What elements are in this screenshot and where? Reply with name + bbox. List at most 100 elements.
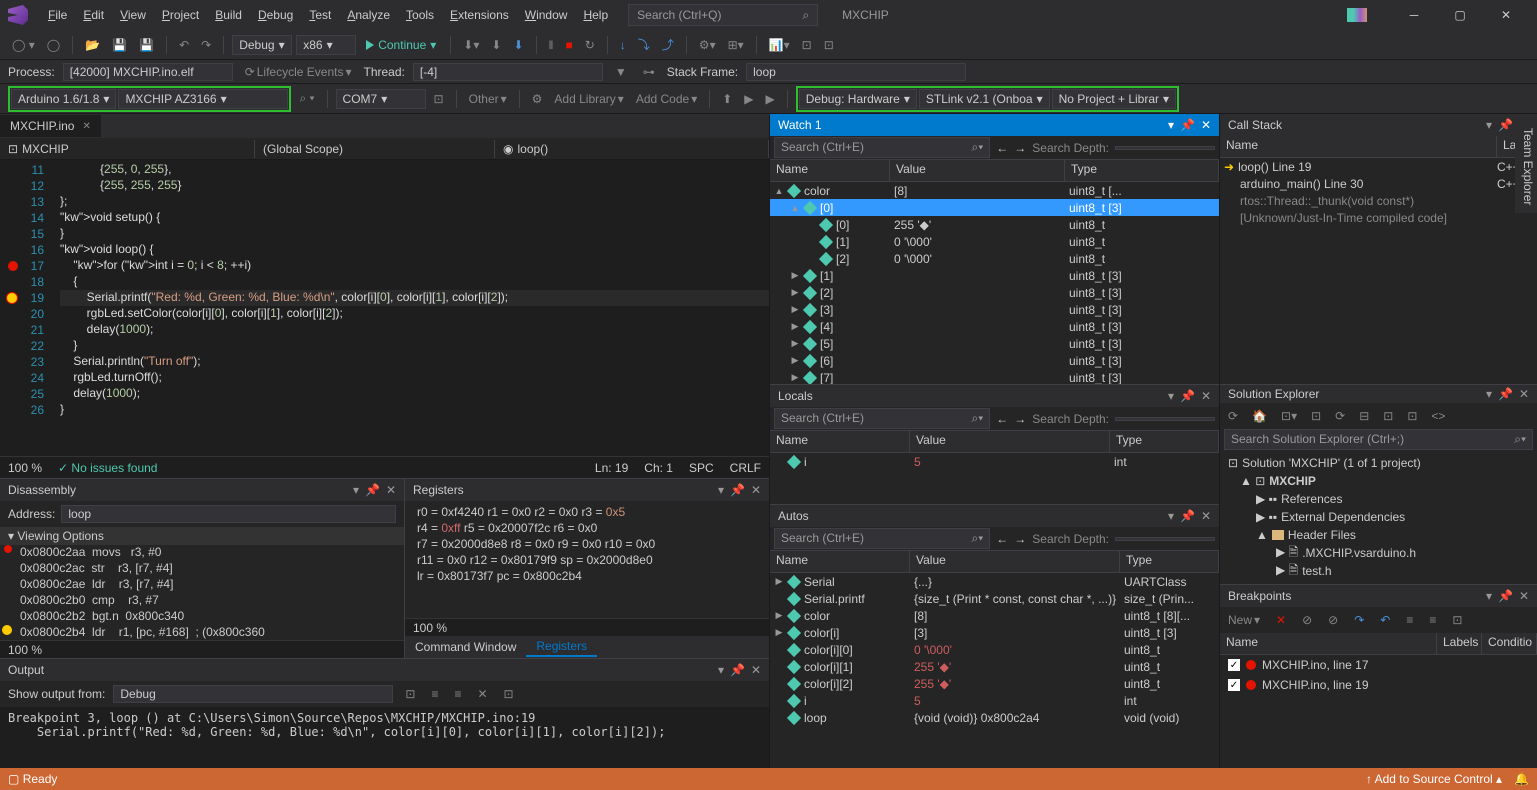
file-node[interactable]: ▶ 🗎 .MXCHIP.vsarduino.h xyxy=(1224,544,1533,562)
zoom-level[interactable]: 100 % xyxy=(8,461,42,475)
add-code-button[interactable]: Add Code ▾ xyxy=(632,90,701,108)
close-icon[interactable]: ✕ xyxy=(1519,387,1529,401)
breakpoint-row[interactable]: ✓MXCHIP.ino, line 17 xyxy=(1220,655,1537,675)
maximize-button[interactable]: ▢ xyxy=(1437,0,1483,30)
autos-search-input[interactable]: Search (Ctrl+E) ⌕▾ xyxy=(774,528,990,549)
callstack-header[interactable]: Call Stack ▾📌✕ xyxy=(1220,114,1537,136)
bp-import-icon[interactable]: ↶ xyxy=(1376,611,1394,629)
watch-row[interactable]: ▶[4]uint8_t [3] xyxy=(770,318,1219,335)
restart-icon[interactable]: ↻ xyxy=(581,36,599,54)
address-input[interactable]: loop xyxy=(61,505,396,523)
regs-zoom[interactable]: 100 % xyxy=(413,621,447,635)
autos-row[interactable]: ▶Serial{...}UARTClass xyxy=(770,573,1219,590)
disasm-zoom[interactable]: 100 % xyxy=(8,643,42,657)
tools2-icon[interactable]: ⊞▾ xyxy=(724,36,748,54)
callstack-row[interactable]: ➜loop() Line 19C++ xyxy=(1220,158,1537,175)
debug-run-icon[interactable]: ▶ xyxy=(762,90,779,108)
global-search-input[interactable]: Search (Ctrl+Q) ⌕ xyxy=(628,4,818,26)
live-share-icon[interactable] xyxy=(1347,8,1367,22)
watch-row[interactable]: ▲color[8]uint8_t [... xyxy=(770,182,1219,199)
watch-row[interactable]: ▶[7]uint8_t [3] xyxy=(770,369,1219,384)
autos-row[interactable]: color[i][2]255 '◆'uint8_t xyxy=(770,675,1219,692)
breakpoint-row[interactable]: ✓MXCHIP.ino, line 19 xyxy=(1220,675,1537,695)
autos-row[interactable]: i5int xyxy=(770,692,1219,709)
viewing-options[interactable]: ▾ Viewing Options xyxy=(0,527,404,545)
dropdown-icon[interactable]: ▾ xyxy=(1486,118,1492,132)
code-editor[interactable]: 11121314151617181920212223242526 {255, 0… xyxy=(0,160,769,456)
autos-row[interactable]: ▶color[i][3]uint8_t [3] xyxy=(770,624,1219,641)
menu-project[interactable]: Project xyxy=(154,4,207,26)
file-tab[interactable]: MXCHIP.ino ✕ xyxy=(0,115,101,137)
col-type[interactable]: Type xyxy=(1110,431,1219,452)
dropdown-icon[interactable]: ▾ xyxy=(1168,118,1174,132)
dropdown-icon[interactable]: ▾ xyxy=(1168,389,1174,403)
save-icon[interactable]: 💾 xyxy=(108,36,131,54)
close-tab-icon[interactable]: ✕ xyxy=(82,121,90,132)
output-tool-icon[interactable]: ⊡ xyxy=(401,685,419,703)
pin-icon[interactable]: 📌 xyxy=(1180,509,1195,523)
menu-build[interactable]: Build xyxy=(207,4,250,26)
ext-deps-node[interactable]: ▶ ▪▪ External Dependencies xyxy=(1224,508,1533,526)
close-icon[interactable]: ✕ xyxy=(1201,118,1211,132)
close-icon[interactable]: ✕ xyxy=(751,663,761,677)
dropdown-icon[interactable]: ▾ xyxy=(718,663,724,677)
tab-command-window[interactable]: Command Window xyxy=(405,638,526,656)
pin-icon[interactable]: 📌 xyxy=(1498,387,1513,401)
step-icon[interactable]: ⬇ xyxy=(509,36,527,54)
close-button[interactable]: ✕ xyxy=(1483,0,1529,30)
com-port-dropdown[interactable]: COM7 ▾ xyxy=(336,89,426,109)
menu-file[interactable]: File xyxy=(40,4,75,26)
team-explorer-tab[interactable]: Team Explorer xyxy=(1515,120,1537,213)
save-all-icon[interactable]: 💾 xyxy=(135,36,158,54)
step-over-icon[interactable]: ⤵ xyxy=(634,34,654,55)
tools4-icon[interactable]: ⊡ xyxy=(798,36,816,54)
nav-fwd-icon[interactable]: → xyxy=(1014,141,1026,155)
menu-edit[interactable]: Edit xyxy=(75,4,112,26)
undo-icon[interactable]: ↶ xyxy=(175,36,193,54)
project-node[interactable]: ▲ ⊡ MXCHIP xyxy=(1224,472,1533,490)
col-name[interactable]: Name xyxy=(770,160,890,181)
col-value[interactable]: Value xyxy=(910,551,1120,572)
pin-icon[interactable]: 📌 xyxy=(730,663,745,677)
watch-row[interactable]: ▶[2]uint8_t [3] xyxy=(770,284,1219,301)
disassembly-header[interactable]: Disassembly ▾📌✕ xyxy=(0,479,404,501)
dropdown-icon[interactable]: ▾ xyxy=(353,483,359,497)
nav-back-icon[interactable]: ← xyxy=(996,412,1008,426)
minimize-button[interactable]: ─ xyxy=(1391,0,1437,30)
project-dropdown[interactable]: No Project + Librar ▾ xyxy=(1052,89,1176,109)
col-labels[interactable]: Labels xyxy=(1437,633,1482,654)
callstack-row[interactable]: rtos::Thread::_thunk(void const*) xyxy=(1220,192,1537,209)
debugger-dropdown[interactable]: STLink v2.1 (Onboa ▾ xyxy=(919,89,1050,109)
platform-dropdown[interactable]: x86 ▾ xyxy=(296,35,356,55)
watch-row[interactable]: ▶[6]uint8_t [3] xyxy=(770,352,1219,369)
registers-header[interactable]: Registers ▾📌✕ xyxy=(405,479,769,501)
code-icon[interactable]: <> xyxy=(1427,407,1449,425)
nav-fwd-button[interactable]: ◯ xyxy=(43,36,64,54)
watch-row[interactable]: ▶[5]uint8_t [3] xyxy=(770,335,1219,352)
close-icon[interactable]: ✕ xyxy=(1201,509,1211,523)
run-icon[interactable]: ▶ xyxy=(740,90,757,108)
col-value[interactable]: Value xyxy=(910,431,1110,452)
arduino-board-dropdown[interactable]: MXCHIP AZ3166 ▾ xyxy=(118,89,288,109)
autos-row[interactable]: color[i][1]255 '◆'uint8_t xyxy=(770,658,1219,675)
thread-dropdown[interactable]: [-4] xyxy=(413,63,603,81)
collapse-icon[interactable]: ⊟ xyxy=(1355,407,1373,425)
step-out-icon[interactable]: ⤴ xyxy=(658,34,678,55)
solution-tree[interactable]: ⊡ Solution 'MXCHIP' (1 of 1 project) ▲ ⊡… xyxy=(1220,450,1537,584)
other-dropdown[interactable]: Other ▾ xyxy=(465,90,511,108)
pin-icon[interactable]: 📌 xyxy=(730,483,745,497)
close-icon[interactable]: ✕ xyxy=(386,483,396,497)
bp-tool-icon[interactable]: ≡ xyxy=(1425,611,1440,629)
break-all-icon[interactable]: ⬇▾ xyxy=(459,36,483,54)
breakpoints-header[interactable]: Breakpoints ▾📌✕ xyxy=(1220,585,1537,607)
output-header[interactable]: Output ▾📌✕ xyxy=(0,659,769,681)
pause-icon[interactable]: ‖ xyxy=(545,36,558,54)
dropdown-icon[interactable]: ▾ xyxy=(1486,589,1492,603)
nav-back-icon[interactable]: ← xyxy=(996,532,1008,546)
pin-icon[interactable]: 📌 xyxy=(365,483,380,497)
nav-function-dropdown[interactable]: ◉ loop() xyxy=(495,140,769,158)
show-icon[interactable]: ⊡ xyxy=(1379,407,1397,425)
bp-tool-icon[interactable]: ⊡ xyxy=(1448,611,1466,629)
nav-back-icon[interactable]: ← xyxy=(996,141,1008,155)
stop2-icon[interactable]: ⬇ xyxy=(487,36,505,54)
